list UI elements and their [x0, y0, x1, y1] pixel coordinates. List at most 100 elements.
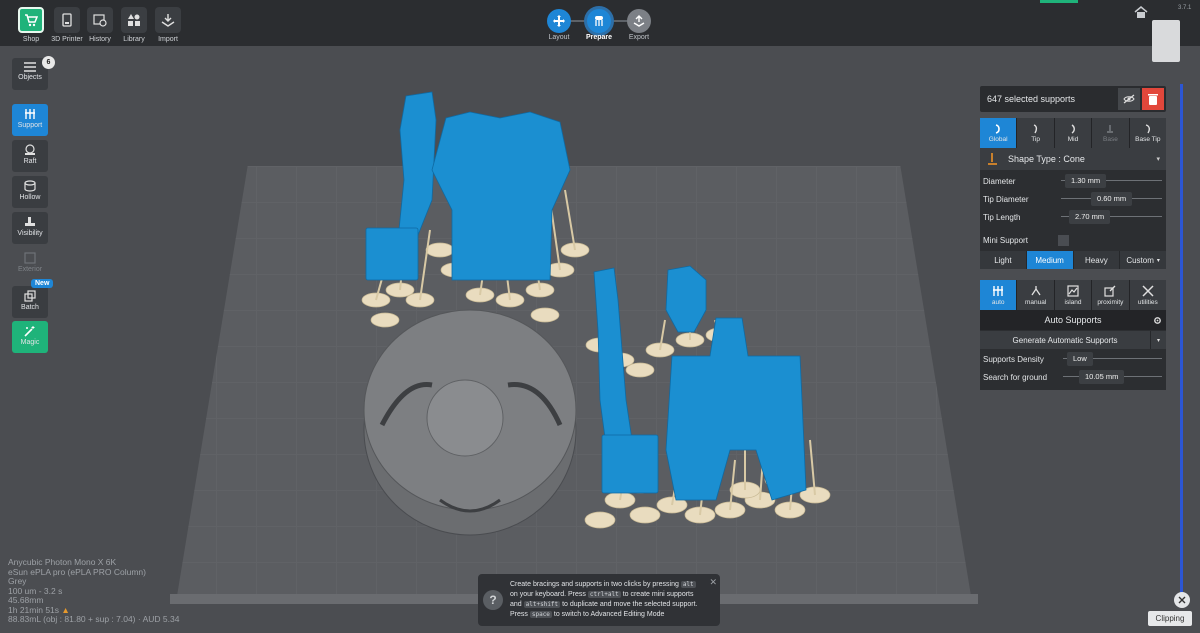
visibility-label: Visibility: [17, 230, 43, 237]
auto-supports-title: Auto Supports: [1044, 315, 1102, 325]
diameter-slider[interactable]: 1.30 mm: [1061, 172, 1162, 190]
visibility-icon: [25, 217, 35, 226]
export-icon: [633, 15, 645, 27]
search-ground-slider[interactable]: 10.05 mm: [1063, 368, 1162, 386]
print-info: Anycubic Photon Mono X 6K eSun ePLA pro …: [8, 557, 180, 625]
shop-button[interactable]: [18, 7, 44, 33]
library-button[interactable]: [121, 7, 147, 33]
home-icon[interactable]: [1134, 6, 1148, 18]
tab-global[interactable]: Global: [980, 118, 1018, 148]
magic-wand-icon: [24, 326, 35, 337]
diameter-value[interactable]: 1.30 mm: [1065, 174, 1107, 188]
tools-icon: [1142, 284, 1154, 297]
density-light[interactable]: Light: [980, 251, 1027, 269]
mini-support-checkbox[interactable]: [1057, 234, 1069, 246]
chevron-down-icon: ▾: [1156, 337, 1160, 344]
tab-base[interactable]: Base: [1092, 118, 1130, 148]
magic-label: Magic: [20, 339, 40, 346]
raft-button[interactable]: Raft: [12, 140, 48, 172]
density-custom[interactable]: Custom ▾: [1120, 251, 1166, 269]
density-medium[interactable]: Medium: [1026, 251, 1074, 269]
exterior-button[interactable]: Exterior: [12, 248, 48, 280]
support-settings-panel: Global Tip Mid Base Base Tip Shape Type …: [980, 118, 1167, 269]
manual-support-icon: [1031, 285, 1041, 295]
kbd-alt-shift: alt+shift: [523, 601, 561, 608]
batch-icon: [24, 290, 36, 302]
supports-density-slider[interactable]: Low: [1063, 350, 1162, 368]
close-icon: [1178, 596, 1186, 604]
hollow-icon: [24, 180, 36, 192]
model-leg-left: [397, 91, 437, 241]
shape-type-select[interactable]: Shape Type : Cone ▾: [980, 148, 1166, 170]
support-icon: [595, 16, 603, 26]
supports-density-value[interactable]: Low: [1067, 352, 1093, 366]
supports-density-label: Supports Density: [983, 354, 1044, 364]
gear-icon[interactable]: [1153, 316, 1162, 325]
top-toolbar: Shop 3D Printer History Library Import L…: [0, 0, 1200, 46]
history-button[interactable]: [87, 7, 113, 33]
printer-button[interactable]: [54, 7, 80, 33]
chevron-down-icon: ▾: [1156, 156, 1160, 163]
mid-icon: [1071, 123, 1075, 134]
exterior-label: Exterior: [17, 266, 43, 273]
resin-name: eSun ePLA pro (ePLA PRO Column): [8, 566, 146, 577]
clipping-slider-handle[interactable]: [1174, 592, 1190, 608]
mini-support-label: Mini Support: [983, 235, 1028, 245]
model-leg-left-base: [365, 227, 419, 281]
tab-utilities[interactable]: utilities: [1129, 280, 1167, 310]
tip-diameter-slider[interactable]: 0.60 mm: [1061, 190, 1162, 208]
step-layout[interactable]: [547, 9, 571, 33]
support-icon: [25, 109, 35, 119]
tab-base-tip[interactable]: Base Tip: [1129, 118, 1167, 148]
tip-diameter-value[interactable]: 0.60 mm: [1091, 192, 1133, 206]
model-torso: [431, 111, 571, 281]
chevron-down-icon: ▾: [1156, 257, 1160, 264]
support-tool-button[interactable]: Support: [12, 104, 48, 136]
tab-proximity[interactable]: proximity: [1092, 280, 1130, 310]
import-icon: [161, 14, 175, 27]
close-tip-icon[interactable]: ✕: [709, 577, 717, 588]
history-icon: [93, 14, 107, 27]
model-head: [665, 265, 707, 333]
density-heavy[interactable]: Heavy: [1073, 251, 1121, 269]
eye-slash-icon: [1123, 94, 1135, 104]
auto-supports-header: Auto Supports: [980, 310, 1166, 330]
magic-button[interactable]: Magic: [12, 321, 48, 353]
help-icon: ?: [483, 590, 503, 610]
support-tool-label: Support: [17, 122, 43, 129]
visibility-button[interactable]: Visibility: [12, 212, 48, 244]
generate-options-button[interactable]: ▾: [1150, 331, 1166, 349]
library-icon: [128, 14, 140, 26]
tab-auto[interactable]: auto: [980, 280, 1018, 310]
step-prepare[interactable]: [587, 9, 611, 33]
app-version: 3.7.1: [1178, 5, 1192, 11]
tip-length-slider[interactable]: 2.70 mm: [1061, 208, 1162, 226]
hollow-button[interactable]: Hollow: [12, 176, 48, 208]
volume-cost: 88.83mL (obj : 81.80 + sup : 7.04) · AUD…: [8, 614, 180, 624]
view-cube[interactable]: [1152, 20, 1180, 62]
generate-supports-button[interactable]: Generate Automatic Supports: [980, 331, 1150, 349]
step-export[interactable]: [627, 9, 651, 33]
generate-row: Generate Automatic Supports ▾: [980, 331, 1166, 349]
tab-manual[interactable]: manual: [1017, 280, 1055, 310]
tab-mid[interactable]: Mid: [1054, 118, 1093, 148]
raft-label: Raft: [23, 158, 37, 165]
tab-island[interactable]: island: [1054, 280, 1093, 310]
delete-selection-button[interactable]: [1142, 88, 1164, 110]
warning-icon[interactable]: ▲: [61, 605, 69, 615]
import-button[interactable]: [155, 7, 181, 33]
batch-button[interactable]: Batch: [12, 286, 48, 318]
objects-label: Objects: [18, 74, 42, 81]
tab-tip[interactable]: Tip: [1017, 118, 1055, 148]
auto-support-icon: [993, 285, 1004, 296]
clipping-slider-track[interactable]: [1180, 84, 1183, 594]
search-ground-value[interactable]: 10.05 mm: [1079, 370, 1125, 384]
island-icon: [1067, 284, 1079, 297]
clipping-button[interactable]: Clipping: [1148, 611, 1192, 626]
kbd-alt: alt: [680, 581, 696, 588]
hide-selection-button[interactable]: [1118, 88, 1140, 110]
kbd-ctrl-alt: ctrl+alt: [587, 591, 621, 598]
tip-length-value[interactable]: 2.70 mm: [1069, 210, 1111, 224]
tip-box: ? Create bracings and supports in two cl…: [478, 574, 720, 626]
step-export-label: Export: [628, 34, 650, 41]
